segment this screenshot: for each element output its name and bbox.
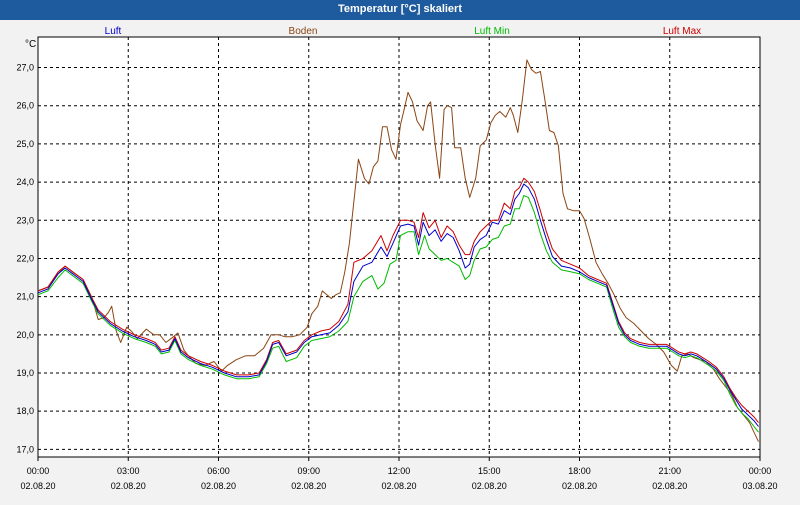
x-tick-date: 02.08.20 (472, 481, 507, 491)
y-tick-label: 23,0 (16, 215, 34, 225)
y-axis: 17,0 18,0 19,0 20,0 21,0 22,0 23,0 24,0 25,0 26,0… (16, 63, 34, 455)
y-tick-label: 18,0 (16, 406, 34, 416)
y-tick-label: 24,0 (16, 177, 34, 187)
chart-title: Temperatur [°C] skaliert (0, 0, 800, 20)
x-tick-date: 02.08.20 (20, 481, 55, 491)
legend-item-luft-max: Luft Max (663, 26, 701, 37)
x-tick-date: 02.08.20 (111, 481, 146, 491)
legend-item-luft-min: Luft Min (474, 26, 510, 37)
y-tick-label: 25,0 (16, 139, 34, 149)
x-axis: 00:00 02.08.20 03:00 02.08.20 06:00 02.08.20 0… (20, 457, 778, 491)
temperature-chart: 17,0 18,0 19,0 20,0 21,0 22,0 23,0 24,0 25,0 26,0… (16, 26, 778, 491)
x-tick-date: 02.08.20 (381, 481, 416, 491)
y-tick-label: 17,0 (16, 444, 34, 454)
x-tick-time: 15:00 (478, 466, 501, 476)
y-axis-unit-label: °C (25, 39, 36, 50)
y-tick-label: 26,0 (16, 101, 34, 111)
chart-area: 17,0 18,0 19,0 20,0 21,0 22,0 23,0 24,0 25,0 26,0… (0, 20, 800, 500)
x-tick-time: 18:00 (568, 466, 591, 476)
x-tick-time: 00:00 (749, 466, 772, 476)
x-tick-time: 12:00 (388, 466, 411, 476)
legend-item-boden: Boden (289, 26, 318, 37)
y-tick-label: 27,0 (16, 63, 34, 73)
x-tick-date: 03.08.20 (742, 481, 777, 491)
y-tick-label: 22,0 (16, 253, 34, 263)
x-tick-time: 06:00 (207, 466, 230, 476)
x-tick-time: 00:00 (27, 466, 50, 476)
x-tick-date: 02.08.20 (652, 481, 687, 491)
x-tick-date: 02.08.20 (291, 481, 326, 491)
x-tick-time: 03:00 (117, 466, 140, 476)
x-tick-time: 21:00 (658, 466, 681, 476)
legend-item-luft: Luft (105, 26, 122, 37)
legend: Luft Boden Luft Min Luft Max (105, 26, 702, 37)
x-tick-date: 02.08.20 (562, 481, 597, 491)
y-tick-label: 21,0 (16, 292, 34, 302)
x-tick-time: 09:00 (297, 466, 320, 476)
y-tick-label: 19,0 (16, 368, 34, 378)
x-tick-date: 02.08.20 (201, 481, 236, 491)
y-tick-label: 20,0 (16, 330, 34, 340)
